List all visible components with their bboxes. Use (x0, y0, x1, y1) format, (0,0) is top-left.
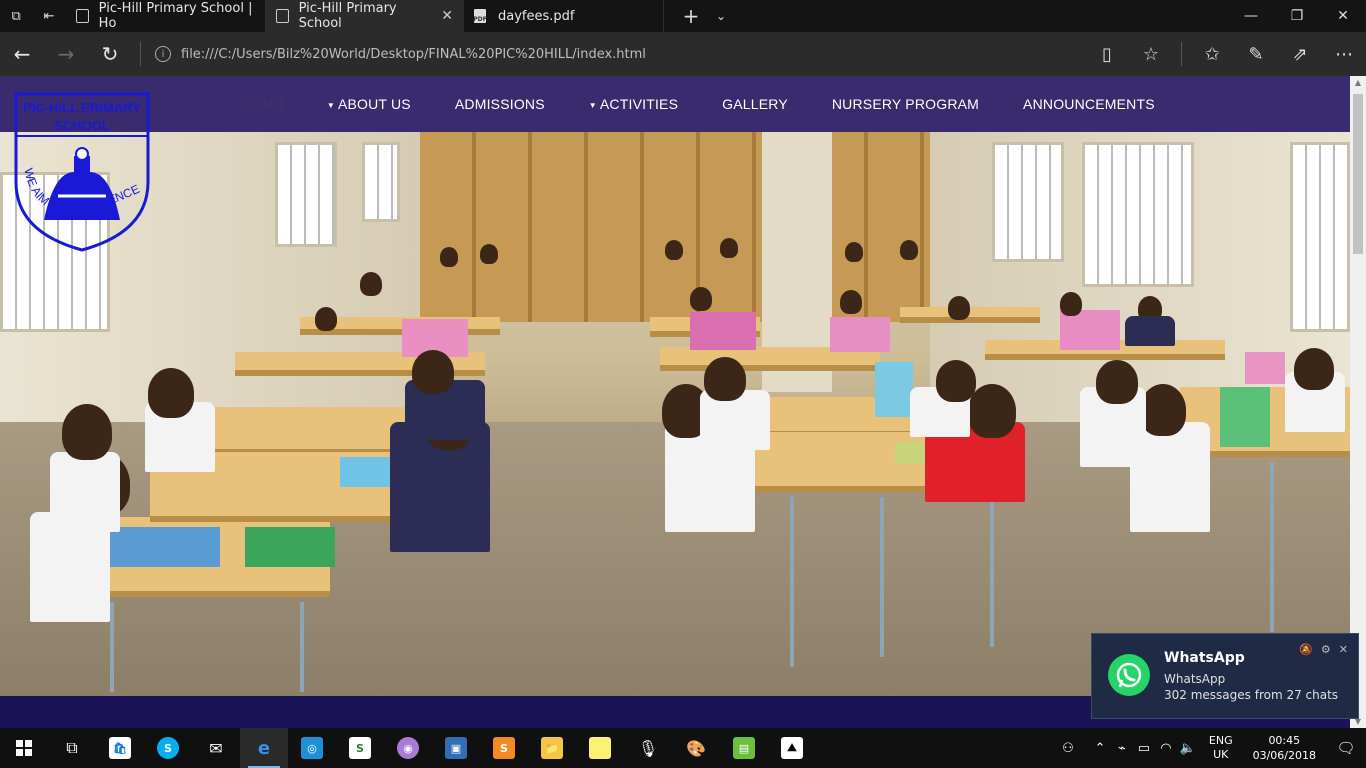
action-center-icon[interactable]: 🗨 (1326, 739, 1366, 757)
clock[interactable]: 00:45 03/06/2018 (1253, 733, 1316, 763)
show-hidden-icons-chevron[interactable]: ⌃ (1089, 741, 1111, 756)
back-icon[interactable]: ← (0, 32, 44, 76)
bluestacks-icon[interactable]: ▤ (720, 728, 768, 768)
info-icon[interactable]: i (155, 46, 171, 62)
people-icon[interactable]: ⚇ (1057, 741, 1079, 756)
new-tab-icon[interactable]: + (676, 4, 706, 28)
favorites-hub-icon[interactable]: ✩ (1190, 44, 1234, 65)
notification-title: WhatsApp (1164, 650, 1245, 666)
forward-icon[interactable]: → (44, 32, 88, 76)
sticky-notes-icon[interactable] (576, 728, 624, 768)
pdf-icon: PDF (473, 9, 487, 23)
mail-icon[interactable]: ✉ (192, 728, 240, 768)
set-aside-tabs-icon[interactable]: ⇤ (44, 9, 55, 24)
scroll-up-icon[interactable]: ▲ (1350, 78, 1366, 87)
system-tray: ⚇ ⌃ ⌁ ▭ ◠ 🔈 ENG UK 00:45 03/06/2018 🗨 (1057, 728, 1366, 768)
caret-down-icon: ▼ (326, 100, 335, 110)
minimize-icon[interactable]: — (1228, 0, 1274, 32)
page-scrollbar[interactable]: ▲ ▼ (1350, 76, 1366, 728)
tab-pdf[interactable]: PDF dayfees.pdf (464, 0, 664, 32)
spreadsheet-app-icon[interactable]: S (336, 728, 384, 768)
menu-admissions[interactable]: ADMISSIONS (455, 96, 545, 112)
edge-browser-icon[interactable]: e (240, 728, 288, 768)
logo-name-line1: PIC-HILL PRIMARY (23, 100, 141, 115)
page-viewport: HOME ▼ ABOUT US ADMISSIONS ▼ ACTIVITIES GA… (0, 76, 1350, 728)
site-navbar: HOME ▼ ABOUT US ADMISSIONS ▼ ACTIVITIES GA… (0, 76, 1350, 132)
close-tab-icon[interactable]: ✕ (441, 8, 453, 24)
wifi-icon[interactable]: ◠ (1155, 741, 1177, 756)
logo-name-line2: SCHOOL (54, 118, 110, 133)
skype-icon[interactable]: S (144, 728, 192, 768)
tab-label: dayfees.pdf (498, 8, 575, 24)
tab-label: Pic-Hill Primary School | Ho (98, 1, 253, 31)
close-window-icon[interactable]: ✕ (1320, 0, 1366, 32)
share-icon[interactable]: ⇗ (1278, 44, 1322, 65)
clock-date: 03/06/2018 (1252, 749, 1316, 762)
main-menu: HOME ▼ ABOUT US ADMISSIONS ▼ ACTIVITIES GA… (240, 76, 1199, 132)
school-logo[interactable]: PIC-HILL PRIMARY SCHOOL WE AIM AT EXCELL… (14, 92, 150, 252)
tab-active[interactable]: Pic-Hill Primary School ✕ (266, 0, 464, 32)
tab-preview-chevron-icon[interactable]: ⌄ (706, 9, 736, 23)
menu-gallery[interactable]: GALLERY (722, 96, 788, 112)
page-icon (76, 9, 89, 23)
reading-view-icon[interactable]: ▯ (1085, 44, 1129, 65)
volume-icon[interactable]: 🔈 (1177, 741, 1199, 756)
whatsapp-notification[interactable]: WhatsApp WhatsApp 302 messages from 27 c… (1091, 633, 1359, 719)
url-field[interactable]: file:///C:/Users/Bilz%20World/Desktop/FI… (181, 47, 646, 62)
menu-announcements[interactable]: ANNOUNCEMENTS (1023, 96, 1155, 112)
network-icon[interactable]: ⌁ (1111, 741, 1133, 756)
pen-icon[interactable]: ✎ (1234, 44, 1278, 65)
notification-message: 302 messages from 27 chats (1164, 688, 1339, 702)
battery-icon[interactable]: ▭ (1133, 741, 1155, 756)
instagram-icon[interactable]: ◎ (288, 728, 336, 768)
task-view-icon[interactable]: ⧉ (48, 728, 96, 768)
sublime-text-icon[interactable]: S (480, 728, 528, 768)
menu-about-us[interactable]: ▼ ABOUT US (327, 96, 411, 112)
clock-time: 00:45 (1268, 734, 1301, 747)
refresh-icon[interactable]: ↻ (88, 32, 132, 76)
mute-icon[interactable]: 🔕 (1299, 643, 1313, 656)
scrollbar-thumb[interactable] (1353, 94, 1363, 254)
page-icon (276, 9, 289, 23)
tab-label: Pic-Hill Primary School (298, 1, 397, 31)
address-bar: ← → ↻ i file:///C:/Users/Bilz%20World/De… (0, 32, 1366, 76)
divider (140, 42, 141, 66)
browser-tab-bar: ⧉ ⇤ Pic-Hill Primary School | Ho Pic-Hil… (0, 0, 1366, 32)
restore-icon[interactable]: ❐ (1274, 0, 1320, 32)
tab-home[interactable]: Pic-Hill Primary School | Ho (66, 0, 266, 32)
menu-home[interactable]: HOME (240, 96, 283, 112)
close-icon[interactable]: ✕ (1339, 643, 1348, 656)
lang-region: UK (1213, 748, 1229, 761)
more-icon[interactable]: ⋯ (1322, 44, 1366, 65)
store-icon[interactable]: 🛍 (96, 728, 144, 768)
github-icon[interactable]: ◉ (384, 728, 432, 768)
lang-code: ENG (1208, 734, 1233, 747)
windows-taskbar: ⧉ 🛍 S ✉ e ◎ S ◉ ▣ S 📁 🎙 🎨 ▤ ⛰ ⚇ ⌃ ⌁ ▭ ◠ … (0, 728, 1366, 768)
menu-activities[interactable]: ▼ ACTIVITIES (589, 96, 678, 112)
divider (1181, 42, 1182, 66)
hero-image (0, 132, 1350, 696)
settings-gear-icon[interactable]: ⚙ (1321, 643, 1331, 656)
notification-app: WhatsApp (1164, 672, 1226, 686)
start-windows-icon[interactable] (0, 728, 48, 768)
whatsapp-icon (1108, 654, 1150, 696)
favorite-star-icon[interactable]: ☆ (1129, 44, 1173, 65)
paint-icon[interactable]: 🎨 (672, 728, 720, 768)
photos-icon[interactable]: ⛰ (768, 728, 816, 768)
tab-list-icon[interactable]: ⧉ (11, 9, 20, 24)
caret-down-icon: ▼ (588, 100, 597, 110)
menu-nursery-program[interactable]: NURSERY PROGRAM (832, 96, 979, 112)
voice-recorder-icon[interactable]: 🎙 (624, 728, 672, 768)
menu-label: ACTIVITIES (599, 96, 679, 112)
file-explorer-icon[interactable]: 📁 (528, 728, 576, 768)
menu-label: ABOUT US (337, 96, 411, 112)
input-language[interactable]: ENG UK (1209, 734, 1233, 762)
box-app-icon[interactable]: ▣ (432, 728, 480, 768)
